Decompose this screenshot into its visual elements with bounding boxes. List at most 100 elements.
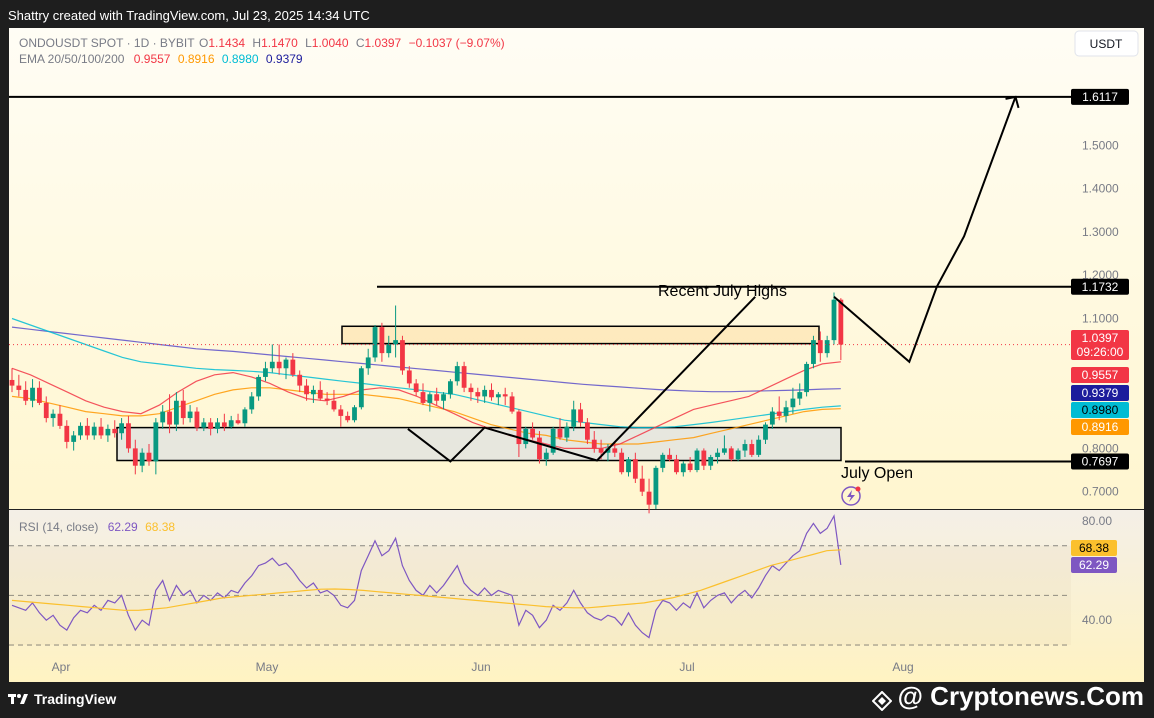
- candle-body: [831, 299, 837, 341]
- legend-rsi: RSI (14, close) 62.29 68.38: [19, 520, 175, 534]
- candle-body: [201, 422, 207, 428]
- price-tick-label: 0.8000: [1082, 441, 1119, 455]
- candle-body: [591, 439, 597, 449]
- recent-highs-label: Recent July Highs: [658, 283, 787, 300]
- candle-body: [208, 422, 214, 429]
- price-axis-label: 0.9379: [1071, 385, 1129, 401]
- candle-body: [797, 392, 803, 399]
- price-axis-label-text: 0.9557: [1082, 368, 1119, 382]
- candle-body: [612, 448, 618, 453]
- rsi-label: RSI (14, close): [19, 520, 98, 534]
- rsi-axis-label: 62.29: [1071, 557, 1117, 573]
- candle-body: [516, 411, 522, 445]
- tradingview-brand: TradingView: [34, 691, 117, 707]
- candle-body: [345, 415, 351, 421]
- ohlc-open-label: O: [199, 36, 208, 50]
- candle: [461, 361, 467, 393]
- candle-body: [256, 376, 261, 397]
- candle: [372, 324, 378, 362]
- candle: [804, 361, 809, 397]
- candle: [728, 446, 734, 462]
- price-tick-label: 1.4000: [1082, 182, 1119, 196]
- candle-body: [50, 413, 56, 419]
- price-axis-label: 0.8980: [1071, 402, 1129, 418]
- currency-button-label[interactable]: USDT: [1090, 37, 1123, 51]
- candle: [358, 366, 364, 410]
- candle-body: [680, 463, 686, 473]
- candle-body: [742, 444, 748, 451]
- chart-credit: Shattry created with TradingView.com, Ju…: [8, 8, 370, 23]
- currency-button[interactable]: USDT: [1074, 30, 1139, 57]
- watermark-text: @ Cryptonews.Com: [897, 681, 1144, 711]
- rsi-ma-value: 68.38: [145, 520, 175, 534]
- candle-body: [817, 340, 823, 354]
- candle-body: [187, 411, 193, 419]
- price-axis-label-text: 0.9379: [1082, 386, 1119, 400]
- ema20-value: 0.9557: [134, 52, 171, 66]
- candle-body: [646, 491, 652, 505]
- candle-body: [667, 454, 672, 460]
- candle-body: [804, 363, 809, 393]
- candle-body: [311, 389, 316, 395]
- ema200-value: 0.9379: [266, 52, 303, 66]
- rsi-value: 62.29: [108, 520, 138, 534]
- candle-body: [338, 409, 344, 416]
- candle-body: [174, 400, 179, 425]
- candle-body: [475, 392, 481, 397]
- candle-body: [242, 409, 248, 424]
- price-axis-label-text: 0.7697: [1082, 454, 1119, 468]
- ohlc-close-value: 1.0397: [365, 36, 402, 50]
- price-tick-label: 1.1000: [1082, 311, 1119, 325]
- candle-body: [564, 426, 570, 438]
- candle-body: [461, 366, 467, 388]
- candle-body: [687, 463, 693, 471]
- candle-body: [400, 340, 405, 371]
- bottom-bar: TradingView @ Cryptonews.Com: [0, 681, 1154, 717]
- rsi-axis-label-text: 68.38: [1079, 541, 1109, 555]
- candle-body: [263, 368, 268, 377]
- x-tick-label: Aug: [892, 660, 913, 674]
- candle-body: [324, 398, 330, 401]
- candle-body: [64, 425, 70, 442]
- price-axis-label-text: 1.6117: [1082, 90, 1118, 104]
- candle-body: [523, 428, 529, 445]
- tradingview-logo[interactable]: TradingView: [8, 691, 116, 707]
- price-axis-label-text: 1.0397: [1082, 331, 1119, 345]
- legend-ema: EMA 20/50/100/200 0.9557 0.8916 0.8980 0…: [19, 52, 303, 66]
- candle-body: [502, 394, 508, 397]
- candle-body: [509, 396, 515, 412]
- price-axis-label: 1.1732: [1071, 278, 1129, 295]
- watermark: @ Cryptonews.Com: [871, 681, 1144, 712]
- candle-body: [126, 423, 131, 449]
- candle-body: [434, 394, 440, 401]
- price-axis-label-text: 0.8980: [1082, 403, 1119, 417]
- candle-body: [269, 361, 275, 369]
- candle-body: [331, 400, 337, 410]
- candle-body: [249, 396, 255, 410]
- candle-body: [783, 407, 789, 416]
- ohlc-high-label: H: [252, 36, 261, 50]
- candle-body: [626, 459, 631, 473]
- candle-body: [221, 422, 227, 427]
- price-tick-label: 1.5000: [1082, 138, 1119, 152]
- candle-body: [194, 411, 200, 428]
- ema-label: EMA 20/50/100/200: [19, 52, 125, 66]
- rsi-axis-label: 68.38: [1071, 540, 1117, 556]
- chart-svg: 1.50001.40001.30001.20001.10000.80000.70…: [9, 28, 1144, 682]
- candle-body: [37, 387, 42, 403]
- price-axis-label: 1.039709:26:00: [1071, 330, 1129, 360]
- ohlc-close-label: C: [356, 36, 365, 50]
- candle-body: [530, 428, 535, 438]
- candle-body: [694, 450, 700, 471]
- candle: [831, 292, 837, 345]
- candle-body: [105, 428, 111, 436]
- tradingview-logo-icon: [8, 692, 28, 706]
- candle-body: [358, 368, 364, 408]
- candle-body: [235, 420, 241, 424]
- candle-body: [653, 467, 659, 505]
- candle-body: [495, 394, 501, 398]
- candle-body: [132, 448, 138, 466]
- price-axis-label-text: 1.1732: [1082, 280, 1119, 294]
- candle-body: [304, 385, 309, 395]
- candle-body: [283, 359, 289, 369]
